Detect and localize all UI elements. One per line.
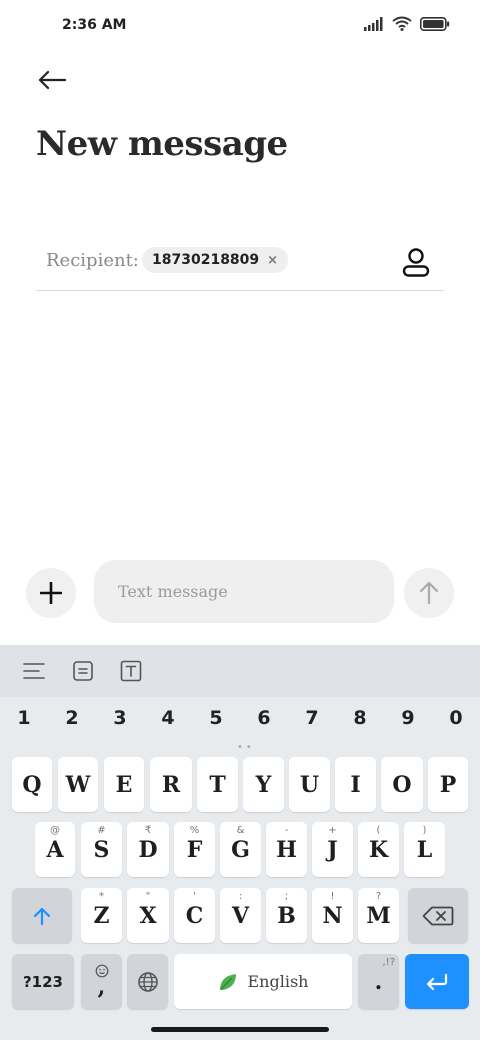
back-button[interactable]	[34, 62, 70, 98]
compose-bar	[0, 556, 480, 632]
backspace-icon	[422, 906, 454, 925]
text-format-button[interactable]	[119, 659, 143, 683]
globe-icon	[137, 971, 158, 992]
key-k[interactable]: (K	[358, 822, 399, 877]
number-row: 1 2 3 4 5 6 7 8 9 0	[0, 707, 480, 737]
status-time: 2:36 AM	[62, 17, 127, 33]
key-t[interactable]: T	[197, 757, 238, 812]
clipboard-button[interactable]	[71, 659, 95, 683]
battery-icon	[420, 16, 450, 31]
clipboard-icon	[73, 661, 93, 681]
keyboard-toolbar	[0, 645, 480, 697]
keyboard-menu-button[interactable]	[22, 659, 46, 683]
emoji-comma-key[interactable]: ,	[81, 954, 122, 1009]
key-1[interactable]: 1	[12, 707, 36, 729]
contact-person-icon	[402, 248, 430, 277]
key-j[interactable]: + J	[312, 822, 353, 877]
key-v[interactable]: :V	[220, 888, 261, 943]
key-g[interactable]: & G	[220, 822, 261, 877]
shift-arrow-icon	[33, 907, 51, 925]
menu-lines-icon	[23, 663, 45, 679]
language-key[interactable]	[127, 954, 168, 1009]
key-5[interactable]: 5	[204, 707, 228, 729]
back-arrow-icon	[38, 70, 66, 90]
key-x[interactable]: " X	[127, 888, 169, 943]
key-o[interactable]: O	[381, 757, 423, 812]
keyboard: 1 2 3 4 5 6 7 8 9 0 •• Q W E R T Y U I O…	[0, 645, 480, 1040]
key-8[interactable]: 8	[348, 707, 372, 729]
symbols-key[interactable]: ?123	[12, 954, 74, 1009]
key-h[interactable]: -H	[266, 822, 307, 877]
enter-arrow-icon	[426, 973, 448, 990]
status-bar: 2:36 AM	[0, 0, 480, 54]
key-a[interactable]: @ A	[35, 822, 75, 877]
signal-icon	[364, 16, 383, 31]
key-p[interactable]: P	[428, 757, 468, 812]
backspace-key[interactable]	[408, 888, 468, 943]
wifi-icon	[392, 16, 412, 31]
key-q[interactable]: Q	[12, 757, 52, 812]
comma-label: ,	[97, 973, 106, 1000]
key-e[interactable]: E	[104, 757, 144, 812]
key-2[interactable]: 2	[60, 707, 84, 729]
key-c[interactable]: ' C	[174, 888, 215, 943]
page-title: New message	[36, 124, 288, 164]
send-button[interactable]	[404, 568, 454, 618]
key-w[interactable]: W	[58, 757, 98, 812]
recipient-chip-number: 18730218809	[152, 252, 260, 268]
text-message-input[interactable]	[94, 560, 394, 623]
space-label: English	[247, 972, 309, 991]
home-indicator[interactable]	[151, 1027, 329, 1032]
plus-icon	[40, 582, 62, 604]
key-m[interactable]: ? M	[358, 888, 399, 943]
recipient-chip[interactable]: 18730218809 ×	[142, 247, 289, 273]
key-s[interactable]: # S	[81, 822, 122, 877]
page-indicator-dots: ••	[237, 742, 255, 753]
key-9[interactable]: 9	[396, 707, 420, 729]
arrow-up-icon	[419, 581, 439, 605]
key-n[interactable]: ! N	[312, 888, 353, 943]
add-attachment-button[interactable]	[26, 568, 76, 618]
shift-key[interactable]	[12, 888, 72, 943]
key-r[interactable]: R	[150, 757, 192, 812]
leaf-icon	[219, 973, 236, 990]
status-icons	[364, 16, 450, 31]
key-3[interactable]: 3	[108, 707, 132, 729]
key-f[interactable]: % F	[174, 822, 215, 877]
space-key[interactable]: English	[174, 954, 352, 1009]
chip-remove-icon[interactable]: ×	[267, 253, 278, 268]
text-format-icon	[120, 660, 142, 682]
recipient-row[interactable]: Recipient: 18730218809 ×	[36, 236, 444, 291]
select-contact-button[interactable]	[402, 248, 430, 278]
key-d[interactable]: ₹ D	[127, 822, 169, 877]
recipient-label: Recipient:	[46, 250, 139, 271]
period-key[interactable]: ,!? .	[358, 954, 399, 1009]
key-y[interactable]: Y	[243, 757, 284, 812]
key-0[interactable]: 0	[444, 707, 468, 729]
key-l[interactable]: ) L	[404, 822, 445, 877]
key-6[interactable]: 6	[252, 707, 276, 729]
key-b[interactable]: ; B	[266, 888, 307, 943]
key-i[interactable]: I	[335, 757, 376, 812]
key-7[interactable]: 7	[300, 707, 324, 729]
key-u[interactable]: U	[289, 757, 330, 812]
enter-key[interactable]	[405, 954, 469, 1009]
key-4[interactable]: 4	[156, 707, 180, 729]
key-z[interactable]: * Z	[81, 888, 122, 943]
